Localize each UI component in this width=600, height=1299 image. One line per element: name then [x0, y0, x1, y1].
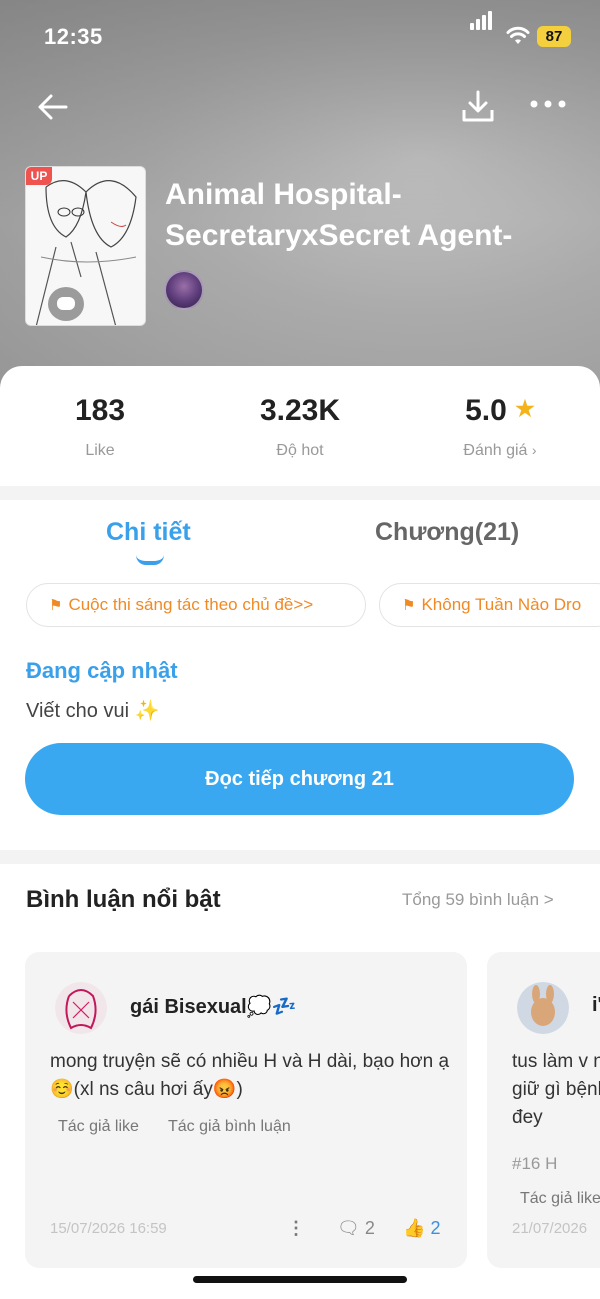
book-description: Viết cho vui ✨ — [26, 700, 160, 722]
contest-chip[interactable]: ⚑ Cuộc thi sáng tác theo chủ đề>> — [26, 583, 366, 627]
wifi-icon — [506, 26, 530, 44]
tab-chapters[interactable]: Chương(21) — [375, 518, 519, 547]
continue-reading-button[interactable]: Đọc tiếp chương 21 — [25, 743, 574, 815]
author-replied-tag: Tác giả bình luận — [168, 1118, 291, 1135]
battery-indicator: 87 — [537, 26, 571, 47]
comment-date: 21/07/2026 — [512, 1220, 588, 1237]
commenter-name[interactable]: i' — [592, 994, 600, 1017]
commenter-name[interactable]: gái Bisexual💭💤 — [130, 994, 297, 1019]
reply-count-button[interactable]: 🗨 2 — [337, 1218, 375, 1239]
detail-section: Chi tiết Chương(21) ⚑ Cuộc thi sáng tác t… — [0, 500, 600, 850]
author-avatar[interactable] — [164, 270, 204, 310]
comments-title: Bình luận nổi bật — [26, 886, 221, 913]
download-icon[interactable] — [460, 88, 496, 124]
tag-chip[interactable]: ⚑ Không Tuần Nào Dro — [379, 583, 600, 627]
chat-bubble-icon — [48, 287, 84, 321]
like-count: 2 — [430, 1218, 441, 1238]
author-liked-tag: Tác giả like — [520, 1190, 600, 1207]
comment-card[interactable]: i' tus làm v nhớ giữ gì bệnh đey #16 H T… — [487, 952, 600, 1268]
comment-card[interactable]: gái Bisexual💭💤 mong truyện sẽ có nhiều H… — [25, 952, 467, 1268]
stat-hot: 3.23K Độ hot — [200, 394, 400, 460]
comment-text: mong truyện sẽ có nhiều H và H dài, bạo … — [50, 1051, 450, 1100]
status-time: 12:35 — [44, 24, 103, 49]
thumbs-up-icon: 👍 — [403, 1218, 426, 1238]
all-comments-link[interactable]: Tổng 59 bình luận > — [402, 890, 554, 910]
tag-chip-label: Không Tuần Nào Dro — [421, 595, 582, 614]
likes-count: 183 — [74, 394, 126, 427]
rating-label: Đánh giá — [463, 442, 528, 459]
comment-more-icon[interactable]: ⋮ — [287, 1218, 305, 1239]
cover-illustration — [26, 167, 145, 325]
stats-panel: 183 Like 3.23K Độ hot 5.0 ★ Đánh giá › — [0, 366, 600, 486]
top-navigation — [0, 86, 600, 128]
hot-count: 3.23K — [259, 394, 341, 427]
commenter-avatar[interactable] — [55, 982, 107, 1034]
featured-comments-section: Bình luận nổi bật Tổng 59 bình luận > gá… — [0, 864, 600, 1299]
tab-details[interactable]: Chi tiết — [106, 518, 191, 547]
active-tab-indicator — [136, 555, 164, 565]
update-status: Đang cập nhật — [26, 658, 178, 683]
flag-icon: ⚑ — [49, 597, 63, 614]
contest-chip-label: Cuộc thi sáng tác theo chủ đề>> — [68, 595, 314, 614]
stat-likes: 183 Like — [0, 394, 200, 460]
home-indicator — [193, 1276, 407, 1283]
comment-date: 15/07/2026 16:59 — [50, 1220, 167, 1237]
flag-icon: ⚑ — [402, 597, 416, 614]
reply-count: 2 — [364, 1218, 375, 1238]
chevron-right-icon: › — [531, 442, 537, 458]
status-bar: 12:35 87 — [0, 11, 600, 52]
likes-label: Like — [85, 442, 115, 459]
star-icon: ★ — [515, 396, 535, 421]
author-liked-tag: Tác giả like — [58, 1118, 139, 1135]
like-count-button[interactable]: 👍 2 — [403, 1218, 440, 1239]
comment-text: tus làm v nhớ giữ gì bệnh đey — [512, 1051, 600, 1128]
comment-hashtag: #16 H — [512, 1154, 558, 1173]
rating-value: 5.0 — [465, 394, 507, 427]
speech-bubble-icon: 🗨 — [337, 1218, 360, 1238]
book-cover[interactable]: UP — [25, 166, 146, 326]
stat-rating[interactable]: 5.0 ★ Đánh giá › — [400, 394, 600, 460]
back-arrow-icon[interactable] — [36, 90, 70, 124]
book-title: Animal Hospital-SecretaryxSecret Agent- — [165, 178, 513, 252]
hot-label: Độ hot — [276, 442, 324, 459]
commenter-avatar[interactable] — [517, 982, 569, 1034]
more-options-icon[interactable] — [528, 94, 568, 114]
update-badge: UP — [26, 167, 52, 185]
